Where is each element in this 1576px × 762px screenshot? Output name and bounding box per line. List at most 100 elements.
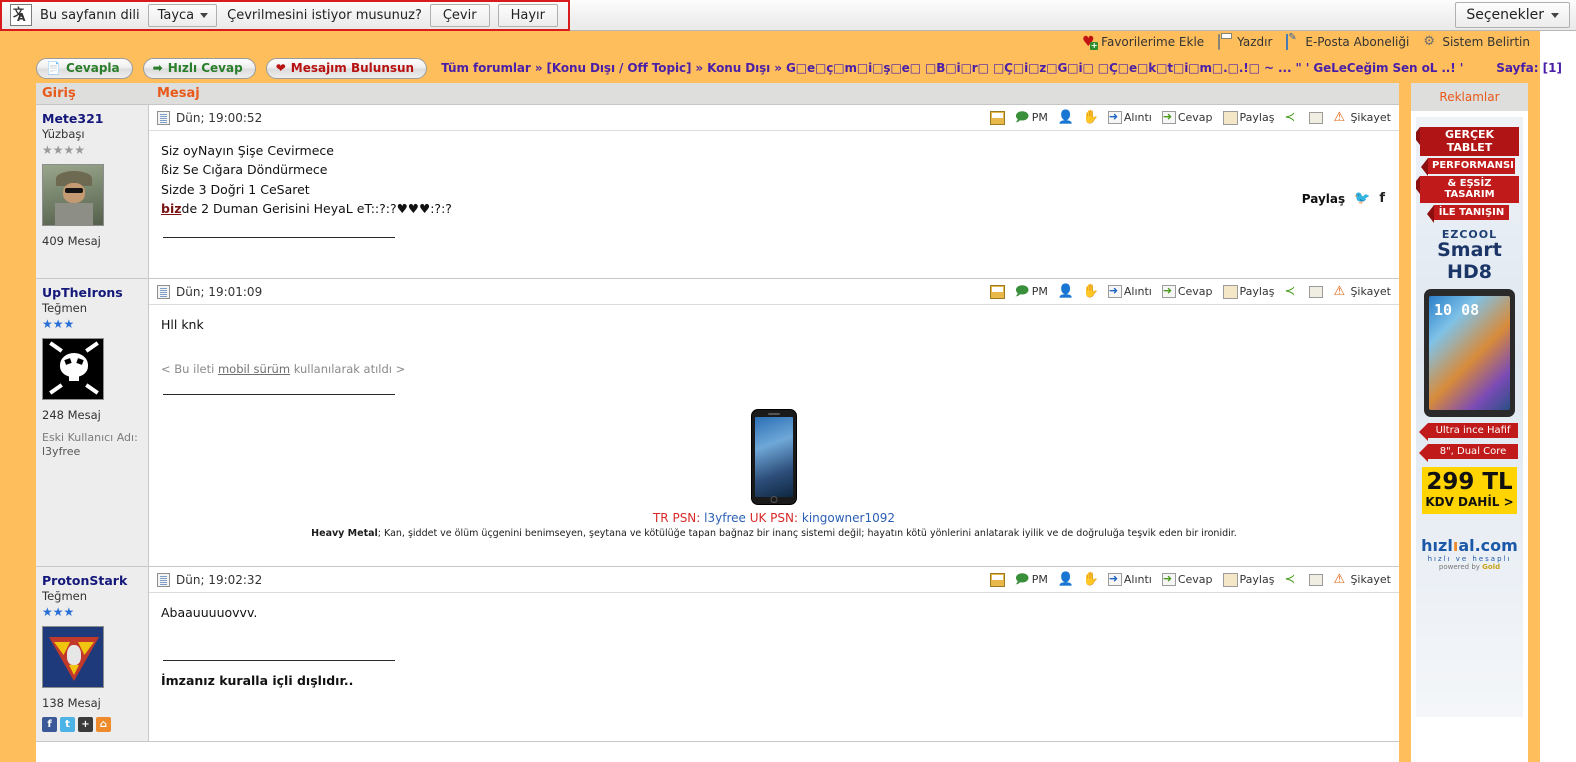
facebook-icon[interactable]: f <box>42 717 57 732</box>
add-user-tool[interactable]: 👤 <box>1058 573 1074 587</box>
post-row: ProtonStark Teğmen ★★★ 138 Mesaj f t + ⌂ <box>36 567 1399 742</box>
mobile-version-link[interactable]: mobil sürüm <box>218 362 290 376</box>
home-icon[interactable]: ⌂ <box>96 717 111 732</box>
reply-label: Cevap <box>1177 111 1213 124</box>
reply-icon <box>1161 110 1176 124</box>
mail-tool[interactable] <box>989 110 1005 125</box>
post-link[interactable]: biz <box>161 201 182 216</box>
breadcrumb[interactable]: Tüm forumlar » [Konu Dışı / Off Topic] »… <box>441 61 1463 75</box>
avatar[interactable] <box>42 626 104 688</box>
ad-site-gold: powered by Gold <box>1438 563 1501 572</box>
facebook-icon[interactable]: f <box>1379 191 1385 206</box>
mobile-note-pre: < Bu ileti <box>161 362 218 377</box>
report-system-label: Sistem Belirtin <box>1442 35 1530 49</box>
add-user-tool[interactable]: 👤 <box>1058 111 1074 125</box>
ad-price-box[interactable]: 299 TL KDV DAHİL > <box>1422 467 1517 515</box>
column-header-message: Mesaj <box>157 86 200 101</box>
language-select-value: Tayca <box>157 7 195 23</box>
quote-tool[interactable]: Alıntı <box>1107 110 1152 124</box>
block-tool[interactable]: ✋ <box>1083 573 1099 587</box>
author-username[interactable]: ProtonStark <box>42 573 142 588</box>
page-indicator[interactable]: Sayfa: [1] <box>1496 53 1562 83</box>
quote-label: Alıntı <box>1123 573 1152 586</box>
share-widget: Paylaş 🐦 f <box>1302 191 1385 206</box>
decline-translate-button[interactable]: Hayır <box>497 3 558 27</box>
avatar[interactable] <box>42 338 104 400</box>
reply-icon <box>1161 284 1176 298</box>
post-date: Dün; 19:00:52 <box>176 110 263 125</box>
report-tool[interactable]: ⚠ Şikayet <box>1333 285 1391 299</box>
share-node-tool[interactable]: ≺ <box>1284 111 1299 125</box>
post-row: UpTheIrons Teğmen ★★★ 248 Mesaj Eski Kul… <box>36 279 1399 567</box>
ad-ribbon-4: İLE TANIŞIN <box>1427 204 1509 223</box>
ad-ribbon-3: & EŞSİZ TASARIM <box>1416 175 1519 203</box>
author-message-count: 248 Mesaj <box>42 408 101 422</box>
author-rank: Teğmen <box>42 589 88 603</box>
author-username[interactable]: Mete321 <box>42 111 142 126</box>
translate-button[interactable]: Çevir <box>429 3 490 27</box>
post-author-panel: Mete321 Yüzbaşı ★★★★ 409 Mesaj <box>36 105 149 278</box>
print-link[interactable]: Yazdır <box>1218 34 1273 50</box>
author-old-name: Eski Kullanıcı Adı: l3yfree <box>42 431 142 459</box>
hand-icon: ✋ <box>1082 283 1100 299</box>
report-system-link[interactable]: ⚙ Sistem Belirtin <box>1423 35 1530 50</box>
ad-ribbon-2: PERFORMANSI <box>1421 158 1515 176</box>
share-hand-icon <box>1222 572 1238 587</box>
forum-table-header: Giriş Mesaj <box>36 83 1399 105</box>
print-label: Yazdır <box>1237 35 1273 49</box>
share-label: Paylaş <box>1239 573 1275 586</box>
ad-banner[interactable]: GERÇEK TABLET PERFORMANSI & EŞSİZ TASARI… <box>1416 117 1523 717</box>
chevron-down-icon <box>1551 12 1559 18</box>
block-tool[interactable]: ✋ <box>1083 111 1099 125</box>
share-node-tool[interactable]: ≺ <box>1284 573 1299 587</box>
twitter-icon[interactable]: 🐦 <box>1354 191 1370 206</box>
share-tool[interactable]: Paylaş <box>1222 572 1275 587</box>
add-user-tool[interactable]: 👤 <box>1058 285 1074 299</box>
author-stars: ★★★ <box>42 317 75 331</box>
reply-button[interactable]: 📄 Cevapla <box>36 57 133 79</box>
mail-tool[interactable] <box>989 572 1005 587</box>
link-icon <box>1309 285 1324 298</box>
quote-tool[interactable]: Alıntı <box>1107 572 1152 586</box>
post-line: Sizde 3 Doğri 1 CeSaret <box>161 181 310 197</box>
share-hand-icon <box>1222 110 1238 125</box>
translate-icon: 文A <box>10 4 32 26</box>
addthis-icon[interactable]: + <box>78 717 93 732</box>
link-tool[interactable] <box>1309 285 1324 298</box>
tablet-image: 10 08 <box>1424 289 1515 418</box>
share-node-tool[interactable]: ≺ <box>1284 285 1299 299</box>
avatar[interactable] <box>42 164 104 226</box>
page-icon: 📄 <box>46 60 61 75</box>
email-subscription-link[interactable]: E-Posta Aboneliği <box>1286 34 1409 50</box>
share-node-icon: ≺ <box>1284 283 1296 299</box>
report-tool[interactable]: ⚠ Şikayet <box>1333 111 1391 125</box>
twitter-icon[interactable]: t <box>60 717 75 732</box>
block-tool[interactable]: ✋ <box>1082 283 1100 299</box>
reply-tool[interactable]: Cevap <box>1161 284 1213 298</box>
pm-tool[interactable]: 🗩 PM <box>1015 285 1048 299</box>
post-author-panel: ProtonStark Teğmen ★★★ 138 Mesaj f t + ⌂ <box>36 567 149 741</box>
pm-tool[interactable]: 🗩 PM <box>1015 573 1048 587</box>
share-tool[interactable]: Paylaş <box>1222 110 1274 125</box>
signature-divider <box>163 660 395 662</box>
report-tool[interactable]: ⚠ Şikayet <box>1333 573 1391 587</box>
signature-text: İmzanız kuralla içli dışlıdır.. <box>161 673 354 689</box>
quote-icon <box>1107 284 1122 298</box>
ad-site-logo[interactable]: hızlıal.com hızlı ve hesaplı powered by … <box>1416 536 1523 571</box>
quote-tool[interactable]: Alıntı <box>1107 284 1152 298</box>
pm-tool[interactable]: 🗩 PM <box>1015 111 1048 125</box>
phone-speaker <box>768 413 780 416</box>
link-tool[interactable] <box>1309 111 1324 124</box>
author-username[interactable]: UpTheIrons <box>42 285 142 300</box>
language-select[interactable]: Tayca <box>147 3 218 27</box>
mail-tool[interactable] <box>989 284 1005 299</box>
post-row: Mete321 Yüzbaşı ★★★★ 409 Mesaj Dün; 19:0… <box>36 105 1399 279</box>
quick-reply-button[interactable]: ➡ Hızlı Cevap <box>142 57 256 79</box>
find-my-posts-button[interactable]: ❤ Mesajım Bulunsun <box>265 57 428 79</box>
options-button[interactable]: Seçenekler <box>1455 2 1570 28</box>
reply-tool[interactable]: Cevap <box>1161 110 1213 124</box>
link-tool[interactable] <box>1309 573 1324 586</box>
reply-tool[interactable]: Cevap <box>1161 572 1213 586</box>
add-favorite-link[interactable]: ♥ + Favorilerime Ekle <box>1082 35 1204 50</box>
share-tool[interactable]: Paylaş <box>1222 284 1274 299</box>
